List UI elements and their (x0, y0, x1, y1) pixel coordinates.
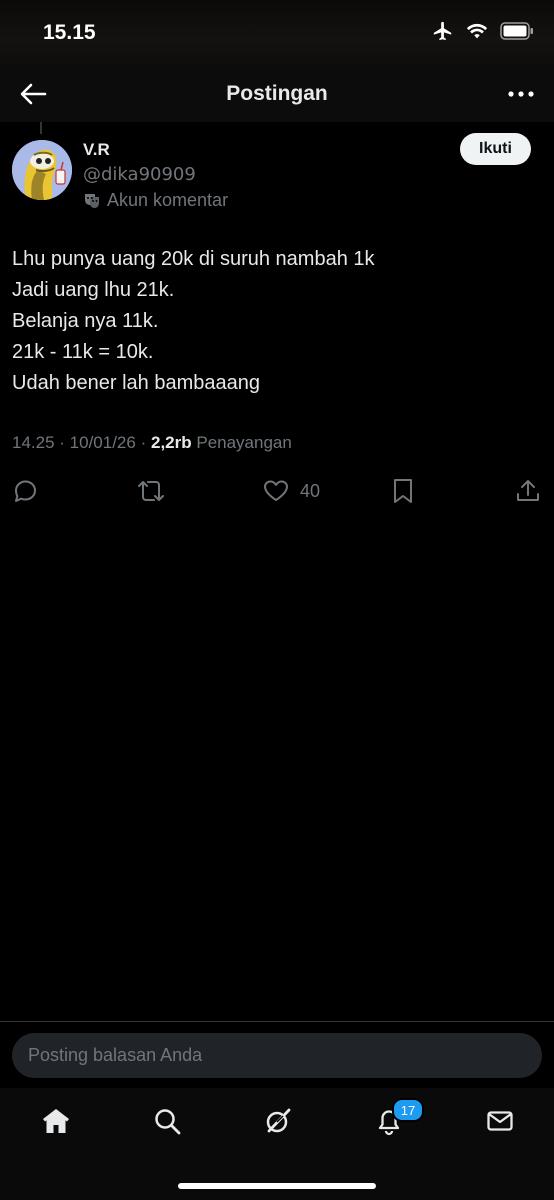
fish-character-avatar (12, 140, 72, 200)
status-icons (432, 20, 534, 42)
post-line: Belanja nya 11k. (12, 310, 159, 332)
post-line: 21k - 11k = 10k. (12, 341, 154, 363)
bookmark-icon (394, 479, 412, 503)
account-type-label: Akun komentar (83, 190, 228, 211)
grok-icon (266, 1108, 291, 1133)
tab-notifications[interactable]: 17 (374, 1098, 424, 1136)
account-type-text: Akun komentar (107, 190, 229, 210)
airplane-icon (433, 21, 452, 41)
wifi-icon (466, 23, 488, 39)
reply-button[interactable] (12, 477, 40, 505)
home-indicator (178, 1183, 376, 1189)
tab-home[interactable] (41, 1106, 71, 1136)
tab-search[interactable] (152, 1106, 182, 1136)
theater-masks-icon (85, 193, 99, 208)
display-name[interactable]: V.R (83, 140, 110, 160)
post-line: Lhu punya uang 20k di suruh nambah 1k (12, 248, 375, 270)
user-handle[interactable]: @dika90909 (83, 164, 196, 185)
notification-badge: 17 (392, 1098, 424, 1122)
post-line: Udah bener lah bambaaang (12, 372, 260, 394)
post-date: 10/01/26 (69, 433, 136, 452)
post-actions: 40 (0, 477, 554, 507)
tab-messages[interactable] (485, 1106, 515, 1136)
status-time: 15.15 (43, 21, 96, 44)
tab-grok[interactable] (263, 1106, 293, 1136)
battery-icon (500, 22, 533, 40)
bookmark-button[interactable] (390, 477, 416, 505)
status-bar: 15.15 (0, 0, 554, 66)
like-button[interactable]: 40 (262, 477, 320, 505)
thread-line (40, 122, 42, 134)
views-label: Penayangan (196, 433, 292, 452)
share-button[interactable] (514, 477, 542, 505)
avatar[interactable] (12, 140, 72, 200)
home-icon (43, 1109, 69, 1133)
reply-input[interactable]: Posting balasan Anda (12, 1033, 542, 1078)
bottom-tab-bar: 17 (0, 1088, 554, 1200)
more-options-button[interactable] (506, 82, 536, 106)
header: Postingan (0, 66, 554, 122)
post-line: Jadi uang lhu 21k. (12, 279, 175, 301)
comment-icon (15, 480, 36, 502)
repost-button[interactable] (136, 477, 166, 505)
share-icon (517, 480, 539, 501)
heart-icon (264, 480, 288, 501)
divider (0, 1021, 554, 1022)
post-meta: 14.25 · 10/01/26 · 2,2rb Penayangan (12, 433, 292, 452)
search-icon (155, 1109, 181, 1135)
post-text: Lhu punya uang 20k di suruh nambah 1k Ja… (12, 244, 532, 399)
page-title: Postingan (226, 82, 328, 105)
repost-icon (138, 481, 164, 501)
like-count: 40 (300, 480, 321, 501)
follow-button[interactable]: Ikuti (460, 133, 531, 165)
views-count[interactable]: 2,2rb (151, 433, 192, 452)
more-icon (508, 91, 534, 97)
post-time: 14.25 (12, 433, 55, 452)
mail-icon (487, 1111, 513, 1131)
